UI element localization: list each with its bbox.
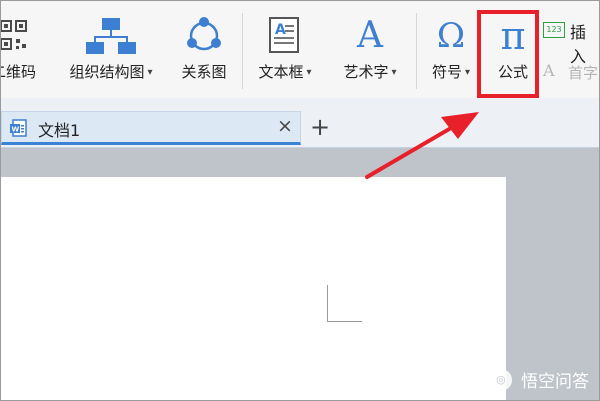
watermark-text: 悟空问答 <box>521 372 589 392</box>
annotation-arrow <box>365 112 479 179</box>
watermark: ◎ 悟空问答 <box>489 367 589 392</box>
app-window: 二维码 组织结构图▾ <box>0 0 600 401</box>
watermark-logo-icon: ◎ <box>489 368 512 391</box>
